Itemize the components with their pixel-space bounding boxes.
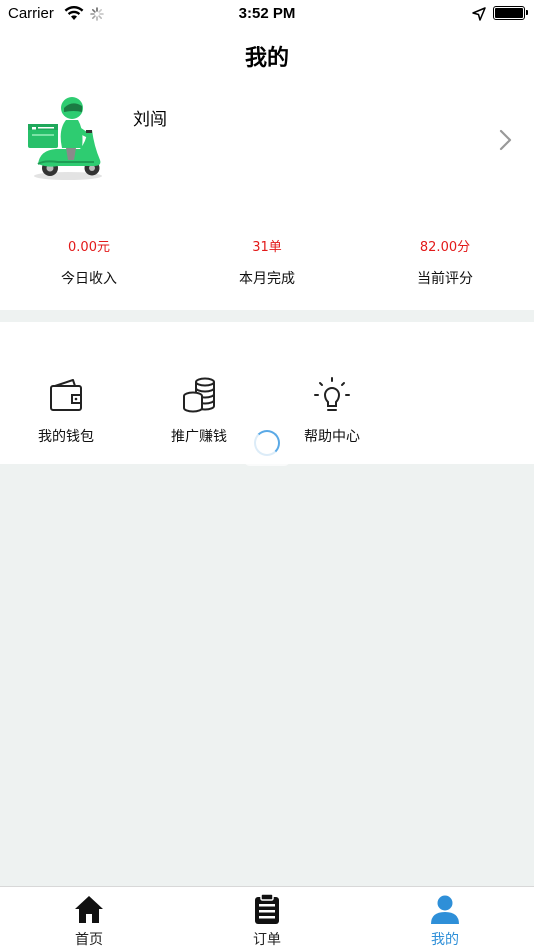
tab-label: 订单 [253,932,281,948]
tab-profile[interactable]: 我的 [356,893,534,949]
battery-icon [493,6,528,20]
user-icon [356,893,534,925]
stat-current-rating: 82.00分 当前评分 [356,236,534,288]
loading-spinner-icon [254,430,280,456]
loading-indicator [244,420,290,466]
stat-label: 当前评分 [417,271,473,287]
clock-time: 3:52 PM [238,5,296,22]
stat-value: 31单 [252,240,282,255]
tab-home[interactable]: 首页 [0,893,178,949]
tab-label: 我的 [431,932,459,948]
lightbulb-icon [266,376,398,416]
stat-label: 本月完成 [239,271,295,287]
stat-month-completed: 31单 本月完成 [178,236,356,288]
home-icon [0,893,178,925]
user-name: 刘闯 [133,110,167,130]
menu-label: 我的钱包 [38,429,94,445]
location-arrow-icon [472,6,486,25]
page-title: 我的 [244,46,289,71]
tab-label: 首页 [75,932,103,948]
coins-icon [133,376,265,416]
navigation-bar: 我的 [0,28,534,78]
wallet-icon [0,376,132,416]
order-list-icon [178,893,356,925]
stat-value: 0.00元 [68,240,110,255]
profile-card: 刘闯 0.00元 今日收入 31单 本月完成 82.00分 当前评分 [0,78,534,310]
stat-label: 今日收入 [61,271,117,287]
stat-value: 82.00分 [419,240,471,255]
stat-today-income: 0.00元 今日收入 [0,236,178,288]
menu-item-wallet[interactable]: 我的钱包 [0,376,132,446]
chevron-right-icon[interactable] [498,128,514,156]
status-bar: Carrier 3:52 PM [0,0,534,28]
delivery-rider-scooter-icon[interactable] [22,94,112,184]
tab-bar: 首页 订单 我的 [0,886,534,950]
tab-orders[interactable]: 订单 [178,893,356,949]
